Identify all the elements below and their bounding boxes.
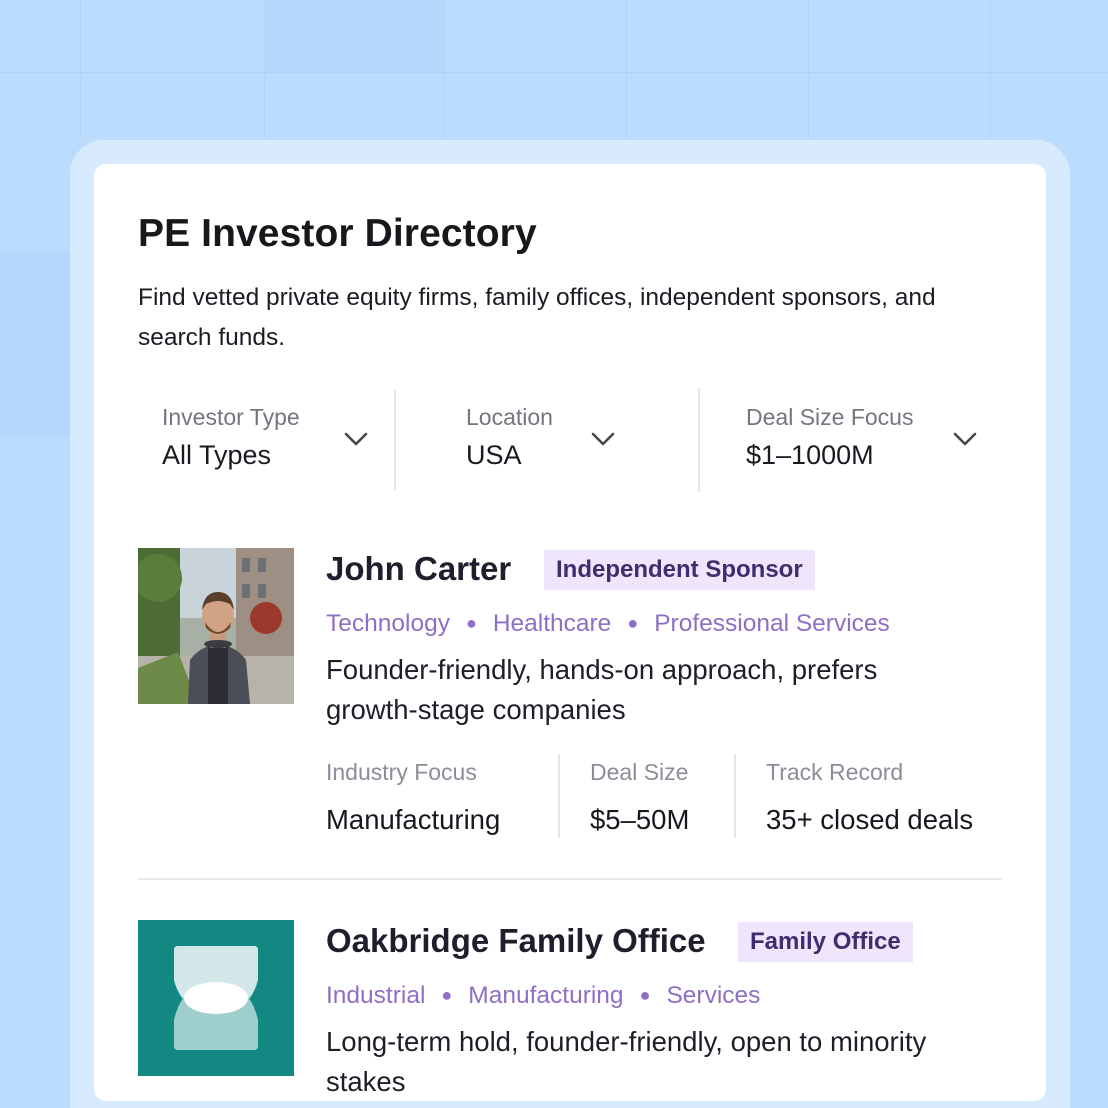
investor-description: Founder-friendly, hands-on approach, pre… <box>326 654 878 725</box>
stat-label: Industry Focus <box>326 759 477 785</box>
tag: Services <box>666 982 761 1009</box>
bullet-separator: ● <box>441 985 453 1005</box>
page-subtitle: Find vetted private equity firms, family… <box>138 284 936 351</box>
filter-label: Location <box>466 404 553 430</box>
directory-card: PE Investor Directory Find vetted privat… <box>94 164 1046 1101</box>
tag: Professional Services <box>654 610 890 637</box>
industry-tags: Industrial ● Manufacturing ● Services <box>326 982 760 1010</box>
filter-location[interactable]: Location USA <box>442 388 682 492</box>
stat-label: Deal Size <box>590 759 689 785</box>
filter-value: USA <box>466 440 522 470</box>
stat-value: 35+ closed deals <box>766 804 974 835</box>
tag: Healthcare <box>492 610 612 637</box>
investor-name[interactable]: John Carter <box>326 550 511 588</box>
chevron-down-icon <box>953 432 977 446</box>
tag: Industrial <box>326 982 426 1009</box>
filter-value: $1–1000M <box>746 440 874 470</box>
investor-description: Long-term hold, founder-friendly, open t… <box>326 1026 927 1097</box>
bullet-separator: ● <box>639 985 651 1005</box>
filter-deal-size[interactable]: Deal Size Focus $1–1000M <box>722 388 1002 492</box>
stat-label: Track Record <box>766 759 904 785</box>
tag: Technology <box>326 610 450 637</box>
investor-type-badge: Family Office <box>738 922 913 962</box>
entry-divider <box>138 878 1002 880</box>
tag: Manufacturing <box>468 982 624 1009</box>
filter-label: Investor Type <box>162 404 300 430</box>
avatar <box>138 548 294 704</box>
bullet-separator: ● <box>627 613 639 633</box>
filter-investor-type[interactable]: Investor Type All Types <box>138 388 388 492</box>
filter-divider <box>394 390 396 490</box>
filter-value: All Types <box>162 440 272 470</box>
stat-value: $5–50M <box>590 804 690 835</box>
filter-label: Deal Size Focus <box>746 404 914 430</box>
stat-divider <box>734 754 736 838</box>
hourglass-logo <box>138 920 294 1076</box>
page-title: PE Investor Directory <box>138 212 537 255</box>
avatar <box>138 920 294 1076</box>
chevron-down-icon <box>591 432 615 446</box>
stat-value: Manufacturing <box>326 804 501 835</box>
filter-divider <box>698 388 700 492</box>
stat-divider <box>558 754 560 838</box>
investor-type-badge: Independent Sponsor <box>544 550 815 590</box>
person-photo <box>138 548 294 704</box>
investor-name[interactable]: Oakbridge Family Office <box>326 922 706 960</box>
chevron-down-icon <box>344 432 368 446</box>
bullet-separator: ● <box>465 613 477 633</box>
industry-tags: Technology ● Healthcare ● Professional Servi… <box>326 610 890 638</box>
